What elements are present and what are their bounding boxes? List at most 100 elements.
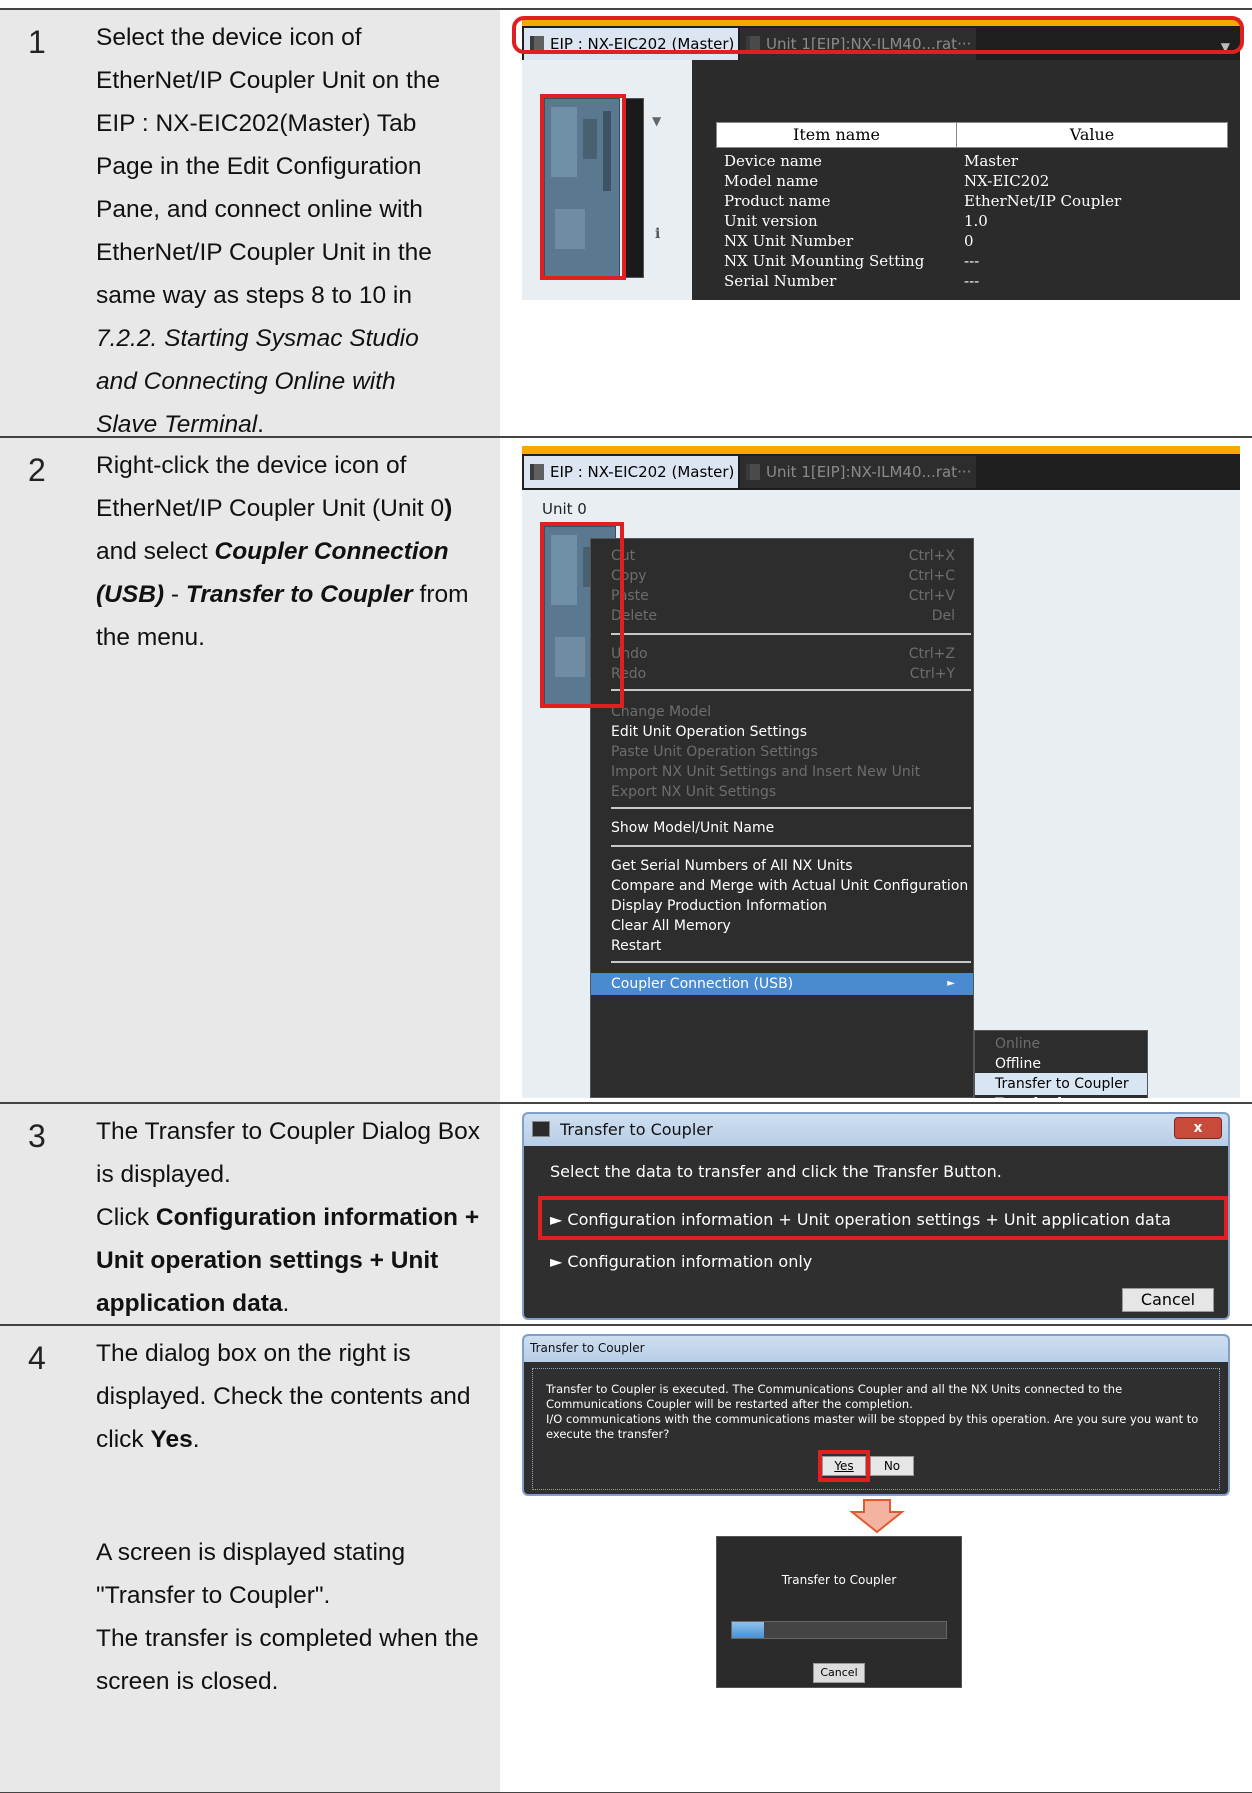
submenu-item-transfer-from-coupler[interactable]: Transfer from Coupler	[975, 1093, 1147, 1098]
submenu-arrow-icon: ►	[947, 978, 955, 989]
menu-item-paste-unit-operation-settings: Paste Unit Operation Settings	[591, 741, 973, 763]
progress-bar	[731, 1621, 947, 1639]
menu-item-compare-and-merge-with-actual-unit-configuration[interactable]: Compare and Merge with Actual Unit Confi…	[591, 875, 973, 897]
edit-configuration-pane: EIP : NX-EIC202 (Master)✕ Unit 1[EIP]:NX…	[522, 18, 1240, 300]
tab-label: Unit 1[EIP]:NX-ILM40...rat···	[766, 463, 972, 481]
menu-separator	[611, 845, 971, 847]
info-icon[interactable]: i	[655, 226, 660, 242]
step-2-screenshot: EIP : NX-EIC202 (Master)✕ Unit 1[EIP]:NX…	[500, 438, 1252, 1102]
tab-label: EIP : NX-EIC202 (Master)	[550, 35, 735, 53]
item-name: Serial Number	[724, 272, 837, 290]
menu-item-cut: Cut Ctrl+X	[591, 545, 973, 567]
step-4-screenshot: Transfer to Coupler Transfer to Coupler …	[500, 1326, 1252, 1793]
step-row-1: 1 Select the device icon of EtherNet/IP C…	[0, 8, 1252, 438]
tab-eip-master[interactable]: EIP : NX-EIC202 (Master)✕	[524, 456, 755, 488]
step-3-text: The Transfer to Coupler Dialog Box is di…	[96, 1118, 481, 1317]
menu-item-get-serial-numbers-of-all-nx-units[interactable]: Get Serial Numbers of All NX Units	[591, 855, 973, 877]
progress-fill	[732, 1622, 765, 1638]
menu-item-delete: Delete Del	[591, 605, 973, 627]
menu-item-label: Display Production Information	[611, 898, 828, 914]
menu-item-label: Cut	[611, 548, 636, 564]
step-number-cell: 2	[0, 438, 80, 1102]
no-button[interactable]: No	[870, 1456, 914, 1476]
menu-item-label: Coupler Connection (USB)	[611, 976, 794, 992]
dialog-title: Transfer to Coupler	[560, 1120, 713, 1139]
dialog-titlebar: Transfer to Coupler	[524, 1336, 1228, 1362]
menu-item-display-production-information[interactable]: Display Production Information	[591, 895, 973, 917]
unit-properties-table: Item name Value Device name Master Model n…	[716, 122, 1228, 300]
menu-shortcut: Ctrl+X	[908, 548, 955, 564]
menu-shortcut: Ctrl+C	[908, 568, 955, 584]
submenu-item-offline[interactable]: Offline	[975, 1053, 1147, 1075]
close-button[interactable]: x	[1174, 1117, 1222, 1139]
step-3-description: The Transfer to Coupler Dialog Box is di…	[80, 1104, 500, 1324]
menu-item-label: Clear All Memory	[611, 918, 731, 934]
transfer-to-coupler-dialog: Transfer to Coupler x Select the data to…	[522, 1112, 1230, 1320]
table-row[interactable]: Serial Number ---	[716, 270, 1228, 293]
menu-item-clear-all-memory[interactable]: Clear All Memory	[591, 915, 973, 937]
tab-bar: EIP : NX-EIC202 (Master)✕ Unit 1[EIP]:NX…	[522, 454, 1240, 490]
expand-triangle-icon: ►	[550, 1210, 563, 1229]
menu-item-label: Undo	[611, 646, 648, 662]
coupler-device-icon[interactable]	[544, 98, 620, 278]
step-1-reference: 7.2.2. Starting Sysmac Studio	[96, 325, 419, 352]
menu-item-redo: Redo Ctrl+Y	[591, 663, 973, 685]
menu-shortcut: Ctrl+V	[908, 588, 955, 604]
table-header: Item name Value	[716, 122, 1228, 148]
menu-item-label: Compare and Merge with Actual Unit Confi…	[611, 878, 969, 894]
option-label: Configuration information + Unit operati…	[567, 1210, 1171, 1229]
step-1-description: Select the device icon of EtherNet/IP Cou…	[80, 10, 500, 438]
step-1-line: same way as steps 8 to 10 in	[96, 282, 412, 309]
step-number: 1	[28, 24, 46, 60]
menu-item-show-model-unit-name[interactable]: Show Model/Unit Name	[591, 817, 973, 839]
confirm-dialog: Transfer to Coupler Transfer to Coupler …	[522, 1334, 1230, 1496]
header-item-name: Item name	[717, 123, 957, 147]
step-1-text: Select the device icon of EtherNet/IP Cou…	[96, 16, 484, 446]
menu-item-restart[interactable]: Restart	[591, 935, 973, 957]
step-1-reference: and Connecting Online with	[96, 368, 396, 395]
yes-button[interactable]: Yes	[822, 1456, 866, 1476]
step-4-text-2: A screen is displayed stating "Transfer …	[96, 1539, 479, 1695]
tab-dropdown-icon[interactable]: ▼	[1221, 40, 1230, 54]
step-number: 3	[28, 1118, 46, 1154]
dialog-message: Transfer to Coupler is executed. The Com…	[546, 1382, 1199, 1441]
item-value: ---	[964, 272, 980, 290]
tab-unit1[interactable]: Unit 1[EIP]:NX-ILM40...rat···	[740, 28, 976, 60]
menu-shortcut: Del	[931, 608, 955, 624]
step-4-text: The dialog box on the right is displayed…	[96, 1340, 471, 1453]
cancel-button[interactable]: Cancel	[1122, 1288, 1214, 1312]
submenu-item-transfer-to-coupler[interactable]: Transfer to Coupler	[975, 1073, 1147, 1095]
menu-item-coupler-connection-usb[interactable]: Coupler Connection (USB) ►	[591, 973, 973, 995]
tab-unit1[interactable]: Unit 1[EIP]:NX-ILM40...rat···	[740, 456, 976, 488]
step-1-reference: Slave Terminal	[96, 411, 258, 438]
step-1-line: Pane, and connect online with	[96, 196, 423, 223]
step-1-line: EtherNet/IP Coupler Unit on the	[96, 67, 441, 94]
step-number: 2	[28, 452, 46, 488]
menu-item-label: Change Model	[611, 704, 712, 720]
menu-item-edit-unit-operation-settings[interactable]: Edit Unit Operation Settings	[591, 721, 973, 743]
step-row-2: 2 Right-click the device icon of EtherNe…	[0, 436, 1252, 1102]
step-row-4: 4 The dialog box on the right is display…	[0, 1324, 1252, 1793]
context-menu: Cut Ctrl+X Copy Ctrl+C Paste Ctrl+V Delete Del U…	[590, 538, 974, 1098]
step-1-tail: .	[257, 411, 264, 438]
option-full-transfer[interactable]: ► Configuration information + Unit opera…	[550, 1210, 1171, 1229]
step-1-line: Page in the Edit Configuration	[96, 153, 422, 180]
toolbar-stripe	[522, 18, 1240, 26]
expand-triangle-icon: ►	[550, 1252, 563, 1271]
dialog-titlebar: Transfer to Coupler x	[524, 1114, 1228, 1146]
step-1-screenshot: EIP : NX-EIC202 (Master)✕ Unit 1[EIP]:NX…	[500, 10, 1252, 436]
option-config-only[interactable]: ► Configuration information only	[550, 1252, 812, 1271]
step-3-screenshot: Transfer to Coupler x Select the data to…	[500, 1104, 1252, 1324]
coupler-connection-submenu: OnlineOfflineTransfer to CouplerTransfer…	[974, 1030, 1148, 1098]
menu-item-label: Edit Unit Operation Settings	[611, 724, 808, 740]
step-1-line: Select the device icon of	[96, 24, 362, 51]
chevron-down-icon[interactable]: ▼	[652, 114, 661, 128]
menu-item-paste: Paste Ctrl+V	[591, 585, 973, 607]
device-tab-icon	[530, 36, 544, 52]
progress-cancel-button[interactable]: Cancel	[813, 1663, 865, 1683]
menu-separator	[611, 961, 971, 963]
step-2-description: Right-click the device icon of EtherNet/…	[80, 438, 500, 1102]
unit-tab-icon	[746, 36, 760, 52]
menu-item-label: Show Model/Unit Name	[611, 820, 775, 836]
tab-eip-master[interactable]: EIP : NX-EIC202 (Master)✕	[524, 28, 755, 60]
